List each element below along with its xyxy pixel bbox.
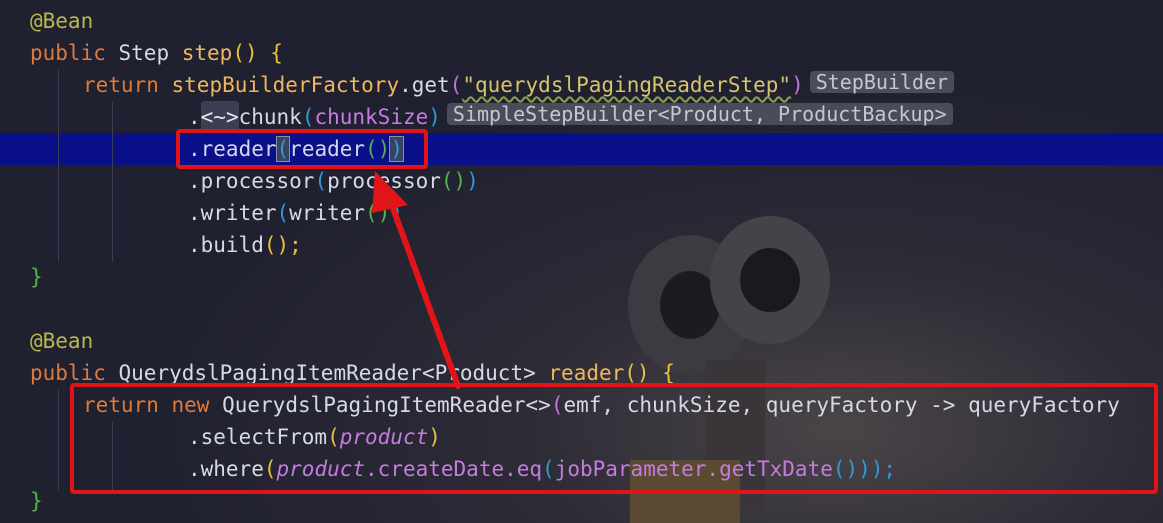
code-line-7: .writer(writer()) (188, 201, 403, 225)
indent-guide (112, 102, 113, 262)
brace: } (30, 489, 43, 513)
keyword: public (30, 41, 106, 65)
method-call: chunk (238, 105, 302, 129)
method-name: reader (548, 361, 625, 385)
brace: { (662, 361, 675, 385)
call-parens: () (440, 169, 467, 193)
code-line-11: @Bean (30, 325, 93, 357)
type-name: QuerydslPagingItemReader<Product> (118, 361, 536, 385)
argument: chunkSize (314, 105, 429, 129)
statement-end: (); (263, 233, 302, 257)
method-call: .processor (188, 169, 315, 193)
code-line-3: return stepBuilderFactory.get("querydslP… (83, 69, 955, 101)
highlight-box-reader-bean (70, 383, 1158, 494)
keyword: public (30, 361, 106, 385)
dot: . (188, 105, 201, 129)
indent-guide (58, 390, 59, 490)
code-line-16: } (30, 485, 43, 517)
brace: } (30, 265, 43, 289)
argument: processor (327, 169, 441, 193)
paren: ( (232, 41, 245, 65)
code-line-1: @Bean (30, 5, 93, 37)
paren: ) (244, 41, 258, 65)
method-call: .get (399, 73, 450, 97)
call-parens: () (365, 201, 391, 225)
method-name: step (181, 41, 233, 65)
paren: () (624, 361, 650, 385)
annotation: @Bean (30, 329, 94, 353)
indent-guide (58, 70, 59, 262)
brace: { (270, 41, 283, 65)
string-literal: "querydslPagingReaderStep" (462, 73, 792, 97)
type-hint: SimpleStepBuilder<Product, ProductBackup… (446, 103, 953, 125)
code-line-2: public Step step() { (30, 37, 283, 69)
method-call: .build (188, 233, 264, 257)
annotation: @Bean (30, 9, 94, 33)
code-editor[interactable]: @Bean public Step step() { return stepBu… (0, 0, 1163, 523)
method-call: .writer (188, 201, 277, 225)
code-line-6: .processor(processor()) (188, 169, 479, 193)
keyword: return (83, 73, 159, 97)
code-line-8: .build(); (188, 229, 302, 261)
code-line-9: } (30, 261, 43, 293)
field-ref: stepBuilderFactory (171, 73, 400, 97)
current-line-highlight (0, 133, 1163, 165)
argument: writer (289, 201, 366, 225)
type-hint: StepBuilder (809, 71, 955, 93)
type-name: Step (118, 41, 170, 65)
highlight-box-reader-call (176, 129, 428, 169)
